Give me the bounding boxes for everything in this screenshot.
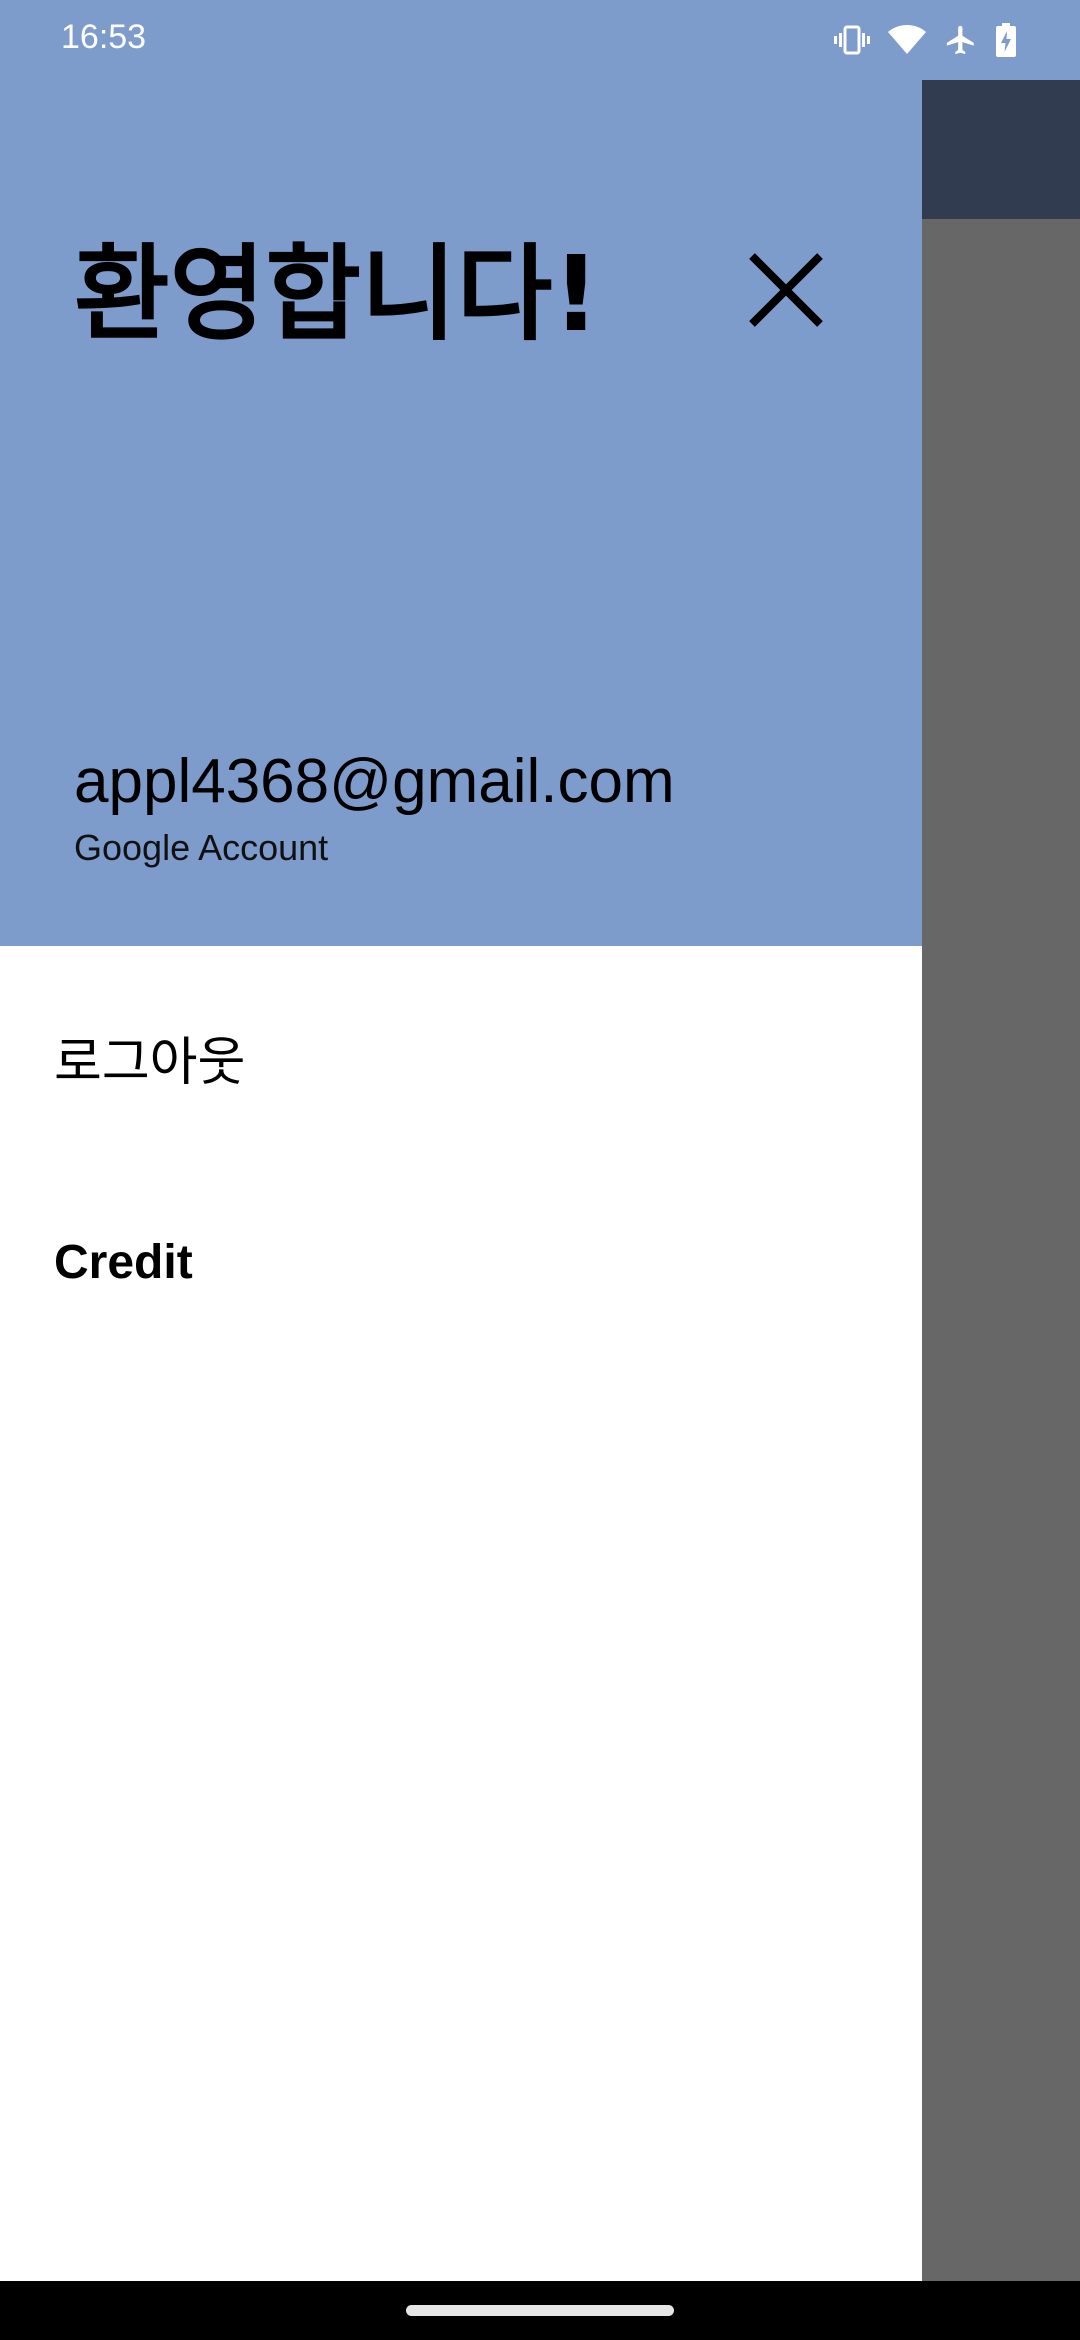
close-button[interactable] xyxy=(736,240,836,340)
account-type: Google Account xyxy=(74,827,329,868)
drawer-header: 환영합니다! appl4368@gmail.com Google Account xyxy=(0,0,922,946)
status-icons xyxy=(834,20,1016,60)
home-handle[interactable] xyxy=(406,2305,674,2316)
menu-item-label: 로그아웃 xyxy=(54,1033,246,1093)
screen: 16:53 환영합니다! appl4368@gmail.com Google A… xyxy=(0,0,1080,2340)
navigation-drawer: 환영합니다! appl4368@gmail.com Google Account… xyxy=(0,0,922,2281)
menu-item-label: Credit xyxy=(54,1236,193,1289)
wifi-icon xyxy=(888,25,926,55)
account-email: appl4368@gmail.com xyxy=(74,747,675,816)
battery-charging-icon xyxy=(996,23,1016,57)
drawer-title: 환영합니다! xyxy=(74,233,600,355)
vibrate-icon xyxy=(834,24,870,56)
airplane-icon xyxy=(944,23,978,57)
status-time: 16:53 xyxy=(61,18,147,56)
menu-item-logout[interactable]: 로그아웃 xyxy=(0,985,922,1145)
close-icon xyxy=(749,253,823,327)
status-bar: 16:53 xyxy=(0,0,1080,80)
navigation-bar xyxy=(0,2281,1080,2340)
menu-item-credit[interactable]: Credit xyxy=(0,1186,922,1346)
